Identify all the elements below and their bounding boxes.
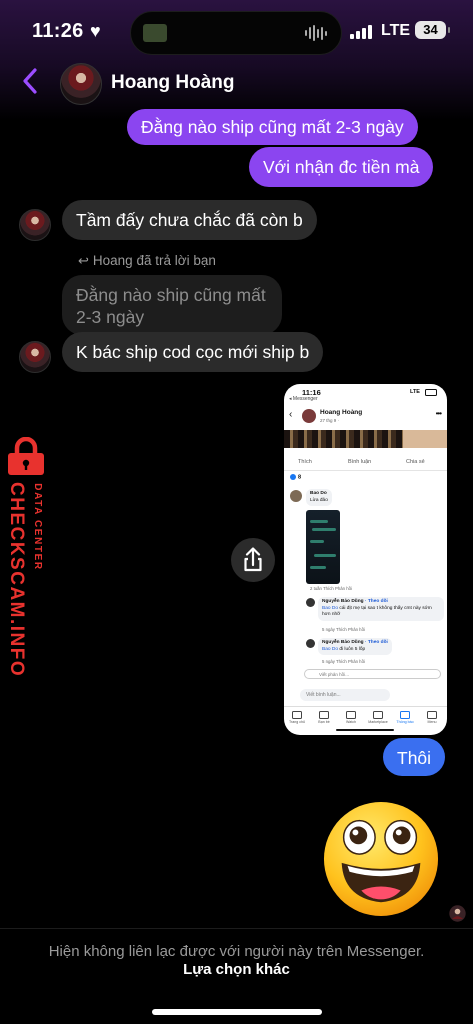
- shot-comment-tag: Bao Do: [322, 605, 338, 611]
- contact-avatar-small[interactable]: [19, 341, 51, 373]
- shot-post-photo: [284, 430, 447, 448]
- share-button[interactable]: [231, 538, 275, 582]
- shot-home-indicator: [336, 729, 394, 731]
- chat-header: Hoang Hoàng: [0, 60, 473, 106]
- message-received[interactable]: Tầm đấy chưa chắc đã còn b: [62, 200, 317, 240]
- shot-comment-author: Nguyễn Bảo Dũng: [322, 599, 364, 604]
- shot-network: LTE: [410, 389, 420, 395]
- shot-actions: Thích Bình luận Chia sẻ: [284, 456, 447, 470]
- shot-comment-text: Lừa đảo: [310, 497, 328, 503]
- shared-screenshot-image[interactable]: 11:16 ◂ Messenger LTE ‹ Hoang Hoàng 27 t…: [284, 384, 447, 735]
- watch-icon: [346, 711, 356, 719]
- like-icon: [290, 474, 296, 480]
- share-icon: [244, 547, 262, 572]
- shot-comment-meta: 5 ngày Thích Phản hồi: [322, 627, 365, 632]
- shot-tab-watch: Watch: [338, 711, 364, 724]
- shot-more-icon: •••: [435, 409, 442, 418]
- shot-name: Hoang Hoàng: [320, 409, 363, 416]
- shot-comment-tag: Bao Do: [322, 646, 338, 652]
- shot-post-header: ‹ Hoang Hoàng 27 thg 9 · •••: [284, 406, 447, 428]
- footer-divider: [0, 928, 473, 929]
- shot-comment-text: cái địt mẹ tại sao t không thấy cmt này …: [322, 605, 432, 618]
- message-sent[interactable]: Đằng nào ship cũng mất 2-3 ngày: [127, 109, 418, 145]
- shot-tab-label: Watch: [345, 720, 357, 724]
- contact-avatar[interactable]: [60, 63, 102, 105]
- bell-icon: [400, 711, 410, 719]
- contact-avatar-small[interactable]: [19, 209, 51, 241]
- home-icon: [292, 711, 302, 719]
- shot-tab-notifications: Thông báo: [392, 711, 418, 724]
- signal-icon: [350, 23, 376, 39]
- shot-reaction-count: 8: [298, 474, 302, 481]
- shot-battery-icon: [425, 389, 437, 396]
- shot-comment-meta: 2 tuần Thích Phản hồi: [310, 586, 352, 591]
- shot-comment-avatar: [306, 598, 315, 607]
- shot-comment: Bao Do Lừa đảo: [306, 489, 332, 506]
- shot-tab-home: Trang chủ: [284, 711, 310, 724]
- contact-name[interactable]: Hoang Hoàng: [111, 72, 235, 94]
- shot-date: 27 thg 9 ·: [320, 418, 340, 423]
- message-sent[interactable]: Với nhận đc tiền mà: [249, 147, 434, 187]
- shot-comment-label: Bình luận: [348, 459, 372, 465]
- shot-share-label: Chia sẻ: [406, 459, 425, 465]
- shot-tab-menu: Menu: [419, 711, 445, 724]
- shot-tab-label: Thông báo: [396, 720, 414, 724]
- shot-tab-friends: Bạn bè: [311, 711, 337, 724]
- message-sent[interactable]: Thôi: [383, 738, 446, 776]
- heart-icon: ♥: [90, 21, 101, 41]
- shot-comment-avatar: [306, 639, 315, 648]
- shot-tab-label: Menu: [427, 720, 437, 724]
- watermark-title: CHECKSCAM.INFO: [6, 482, 27, 678]
- message-received[interactable]: K bác ship cod cọc mới ship b: [62, 332, 324, 372]
- shot-avatar: [302, 409, 316, 423]
- shot-comment-avatar: [290, 490, 302, 502]
- network-type: LTE: [381, 22, 411, 39]
- chevron-left-icon: [23, 68, 37, 94]
- shot-comment-meta: 5 ngày Thích Phản hồi: [322, 659, 365, 664]
- shot-like-label: Thích: [298, 459, 312, 465]
- now-playing-thumbnail: [143, 24, 167, 42]
- seen-receipt-avatar: [449, 905, 466, 922]
- home-indicator[interactable]: [152, 1009, 322, 1015]
- battery-indicator: 34: [415, 21, 450, 39]
- menu-icon: [427, 711, 437, 719]
- status-time: 11:26: [32, 20, 84, 42]
- dynamic-island: [130, 11, 342, 55]
- shot-reactions: 8: [290, 474, 301, 480]
- shot-tab-marketplace: Marketplace: [365, 711, 391, 724]
- shot-tab-bar: Trang chủ Bạn bè Watch Marketplace Thông…: [284, 706, 447, 727]
- status-bar: 11:26 ♥ LTE 34: [0, 0, 473, 62]
- shot-tab-label: Trang chủ: [288, 720, 306, 724]
- reply-indicator: ↩ Hoang đã trả lời bạn: [78, 253, 216, 269]
- grinning-emoji-icon[interactable]: [322, 800, 440, 918]
- shot-comment-image: [306, 510, 340, 584]
- quoted-message[interactable]: Đằng nào ship cũng mất 2-3 ngày: [62, 275, 282, 335]
- shot-follow-link: · Theo dõi: [364, 599, 388, 604]
- reply-indicator-text: Hoang đã trả lời bạn: [92, 253, 216, 268]
- shot-back-label: ◂ Messenger: [289, 396, 318, 402]
- shot-status-bar: 11:16 ◂ Messenger LTE: [284, 384, 447, 402]
- shot-follow-link: · Theo dõi: [364, 640, 388, 645]
- reply-arrow-icon: ↩: [78, 253, 89, 268]
- audio-wave-icon: [305, 24, 329, 42]
- shot-comment-author: Nguyễn Bảo Dũng: [322, 640, 364, 645]
- other-options-link[interactable]: Lựa chọn khác: [0, 961, 473, 978]
- marketplace-icon: [373, 711, 383, 719]
- friends-icon: [319, 711, 329, 719]
- shot-comment-field: Viết bình luận...: [300, 689, 390, 701]
- shot-divider: [284, 470, 447, 471]
- shot-comment: Nguyễn Bảo Dũng · Theo dõi Bao Do cái đị…: [318, 597, 444, 621]
- back-button[interactable]: [20, 66, 46, 100]
- shot-comment: Nguyễn Bảo Dũng · Theo dõi Bao Do đi luô…: [318, 638, 392, 655]
- shot-reply-field: Viết phản hồi...: [304, 669, 441, 679]
- shot-tab-label: Bạn bè: [318, 720, 330, 724]
- shot-tab-label: Marketplace: [368, 720, 388, 724]
- unavailable-notice: Hiện không liên lạc được với người này t…: [48, 943, 425, 960]
- watermark-subtitle: DATA CENTER: [32, 483, 43, 571]
- shot-back-icon: ‹: [289, 409, 293, 420]
- lock-icon: [8, 437, 44, 475]
- shot-comment-text: đi luôn 5 lốp: [339, 646, 366, 652]
